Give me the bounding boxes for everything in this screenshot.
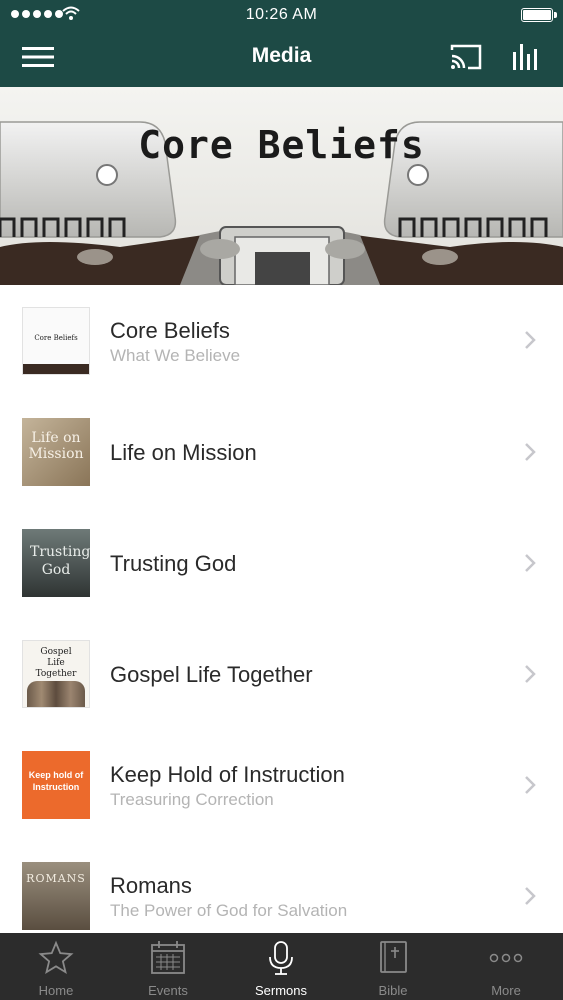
tab-label: Events (148, 983, 188, 998)
typewriter-image (0, 87, 563, 285)
series-title: Romans (110, 873, 192, 898)
series-thumbnail: Core Beliefs (22, 307, 90, 375)
series-title: Life on Mission (110, 440, 257, 465)
series-thumbnail: Keep hold of Instruction (22, 751, 90, 819)
status-time: 10:26 AM (245, 6, 318, 23)
battery-icon (521, 8, 557, 22)
series-title: Gospel Life Together (110, 662, 313, 687)
more-dots-icon (489, 953, 523, 963)
tab-bar: Home Events Sermons Bible More (0, 933, 563, 1000)
series-subtitle: Treasuring Correction (110, 790, 274, 809)
cast-icon[interactable] (448, 42, 484, 72)
chevron-right-icon (525, 887, 536, 905)
tab-label: Bible (378, 983, 408, 998)
list-item[interactable]: Core Beliefs Core Beliefs What We Believ… (0, 285, 563, 396)
series-thumbnail: ROMANS (22, 862, 90, 930)
tab-label: Sermons (254, 983, 308, 998)
star-icon (38, 940, 74, 974)
status-bar: 10:26 AM (0, 0, 563, 30)
series-thumbnail: Trusting God (22, 529, 90, 597)
series-title: Core Beliefs (110, 318, 230, 343)
microphone-icon (269, 941, 293, 975)
nav-bar: Media (0, 30, 563, 87)
banner-title: Core Beliefs (138, 123, 425, 167)
tab-sermons[interactable]: Sermons (225, 933, 337, 1000)
list-item[interactable]: Gospel Life Together Gospel Life Togethe… (0, 618, 563, 729)
list-item[interactable]: Keep hold of Instruction Keep Hold of In… (0, 729, 563, 840)
featured-banner[interactable]: Core Beliefs (0, 87, 563, 285)
tab-events[interactable]: Events (112, 933, 224, 1000)
calendar-icon (151, 941, 185, 974)
chevron-right-icon (525, 776, 536, 794)
list-item[interactable]: Life on Mission Life on Mission (0, 396, 563, 507)
book-icon (380, 941, 407, 973)
series-thumbnail: Gospel Life Together (22, 640, 90, 708)
tab-home[interactable]: Home (0, 933, 112, 1000)
chevron-right-icon (525, 554, 536, 572)
series-title: Trusting God (110, 551, 237, 576)
series-title: Keep Hold of Instruction (110, 762, 345, 787)
series-subtitle: What We Believe (110, 346, 241, 365)
series-list: Core Beliefs Core Beliefs What We Believ… (0, 285, 563, 933)
series-subtitle: The Power of God for Salvation (110, 901, 348, 920)
series-thumbnail: Life on Mission (22, 418, 90, 486)
audio-levels-icon[interactable] (510, 40, 542, 72)
chevron-right-icon (525, 665, 536, 683)
tab-label: Home (38, 983, 74, 998)
tab-more[interactable]: More (450, 933, 562, 1000)
list-item[interactable]: ROMANS Romans The Power of God for Salva… (0, 840, 563, 933)
list-item[interactable]: Trusting God Trusting God (0, 507, 563, 618)
top-bar: 10:26 AM Media (0, 0, 563, 87)
tab-bible[interactable]: Bible (337, 933, 449, 1000)
tab-label: More (491, 983, 521, 998)
chevron-right-icon (525, 443, 536, 461)
chevron-right-icon (525, 331, 536, 349)
